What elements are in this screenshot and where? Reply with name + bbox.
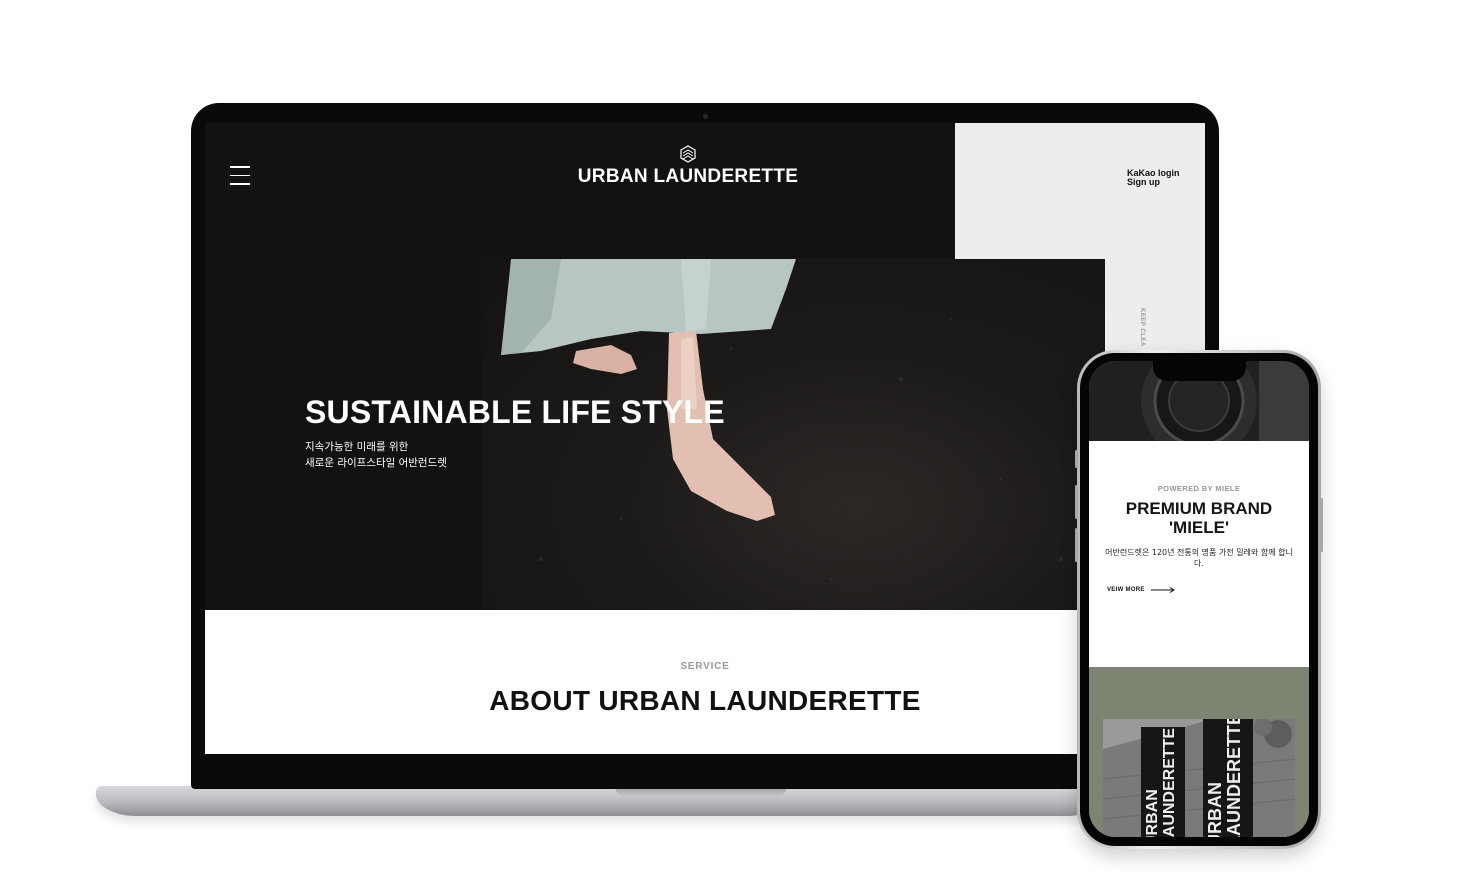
building-background: [1103, 719, 1295, 837]
laptop-screen: URBAN LAUNDERETTE KaKao login Sign up KE…: [205, 123, 1205, 754]
premium-brand-title: PREMIUM BRAND 'MIELE': [1089, 499, 1309, 537]
phone-volume-up: [1075, 485, 1078, 519]
banner-flag-left: URBAN LAUNDERETTE: [1141, 727, 1185, 837]
about-title: ABOUT URBAN LAUNDERETTE: [489, 685, 921, 716]
service-label: SERVICE: [680, 661, 730, 672]
premium-brand-title-line2: 'MIELE': [1168, 518, 1230, 537]
laptop-base: [96, 786, 1106, 816]
arrow-right-icon: [1150, 587, 1175, 593]
laptop-camera: [703, 114, 708, 119]
hero-title: SUSTAINABLE LIFE STYLE: [305, 394, 725, 430]
banner-photo: URBAN LAUNDERETTE URBAN LAUNDERETTE: [1103, 719, 1295, 837]
powered-by-label: POWERED BY MIELE: [1157, 484, 1241, 493]
phone-notch: [1153, 361, 1246, 381]
view-more-label: VEIW MORE: [1107, 587, 1145, 593]
hero-subtitle-line2: 새로운 라이프스타일 어반런드렛: [305, 457, 447, 469]
menu-icon[interactable]: [230, 166, 250, 186]
phone-screen: POWERED BY MIELE PREMIUM BRAND 'MIELE' 어…: [1089, 361, 1309, 837]
banner-flag-right: URBAN LAUNDERETTE: [1203, 719, 1253, 837]
brand-title[interactable]: URBAN LAUNDERETTE: [535, 166, 841, 188]
miele-description: 어반런드렛은 120년 전통의 명품 가전 밀레와 함께 합니다.: [1105, 548, 1293, 568]
hero-subtitle: 지속가능한 미래를 위한 새로운 라이프스타일 어반런드렛: [305, 439, 447, 471]
account-links: KaKao login Sign up: [1127, 169, 1180, 187]
phone-volume-down: [1075, 528, 1078, 562]
brand-logo-icon: [680, 145, 696, 163]
sign-up-link[interactable]: Sign up: [1127, 178, 1180, 187]
barefoot-photo: [501, 259, 1064, 581]
phone-power-button: [1320, 498, 1323, 552]
hero-image: [481, 259, 1105, 610]
view-more-link[interactable]: VEIW MORE: [1107, 587, 1175, 593]
phone-silent-switch: [1075, 450, 1078, 468]
premium-brand-title-line1: PREMIUM BRAND: [1125, 499, 1273, 518]
hero-subtitle-line1: 지속가능한 미래를 위한: [305, 441, 409, 453]
side-vertical-text: KEEP CLEA: [1139, 308, 1145, 347]
